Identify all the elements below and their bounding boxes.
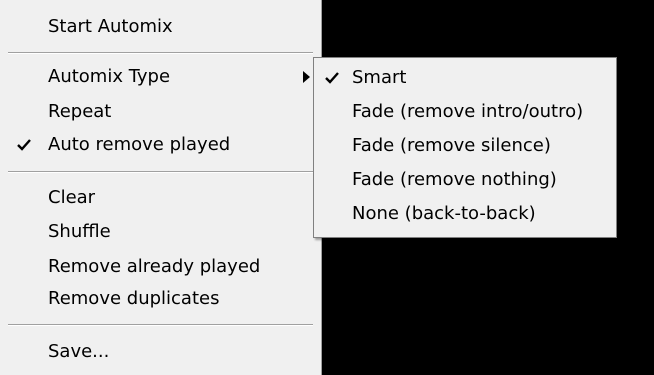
menu-item-label: Smart (352, 67, 407, 88)
menu-item-label: Start Automix (48, 16, 173, 37)
menu-separator (8, 52, 313, 54)
menu-item-shuffle[interactable]: Shuffle (0, 214, 321, 250)
submenu-arrow-icon (301, 70, 311, 84)
menu-item-repeat[interactable]: Repeat (0, 94, 321, 130)
context-menu: Start Automix Automix Type Repeat Auto r… (0, 0, 322, 375)
menu-item-save[interactable]: Save... (0, 334, 321, 370)
menu-item-start-automix[interactable]: Start Automix (0, 9, 321, 45)
automix-type-submenu: Smart Fade (remove intro/outro) Fade (re… (313, 57, 617, 238)
submenu-item-none-back-to-back[interactable]: None (back-to-back) (314, 196, 616, 232)
menu-item-remove-duplicates[interactable]: Remove duplicates (0, 281, 321, 317)
menu-item-label: Shuffle (48, 221, 111, 242)
menu-item-label: Clear (48, 187, 96, 208)
checkmark-icon (16, 137, 32, 153)
menu-separator (8, 171, 313, 173)
menu-item-label: Fade (remove nothing) (352, 169, 557, 190)
menu-item-label: Automix Type (48, 66, 171, 87)
menu-item-label: Repeat (48, 101, 112, 122)
menu-item-label: Save... (48, 341, 110, 362)
menu-item-label: Remove already played (48, 256, 261, 277)
submenu-item-smart[interactable]: Smart (314, 60, 616, 96)
menu-separator (8, 324, 313, 326)
menu-item-automix-type[interactable]: Automix Type (0, 59, 321, 95)
checkmark-icon (324, 70, 340, 86)
menu-item-label: Remove duplicates (48, 288, 220, 309)
menu-item-label: Fade (remove intro/outro) (352, 101, 584, 122)
menu-item-remove-already-played[interactable]: Remove already played (0, 249, 321, 285)
menu-item-label: None (back-to-back) (352, 203, 536, 224)
submenu-item-fade-silence[interactable]: Fade (remove silence) (314, 128, 616, 164)
menu-item-label: Auto remove played (48, 134, 231, 155)
menu-item-auto-remove-played[interactable]: Auto remove played (0, 127, 321, 163)
menu-item-label: Fade (remove silence) (352, 135, 551, 156)
menu-item-clear[interactable]: Clear (0, 180, 321, 216)
submenu-item-fade-intro-outro[interactable]: Fade (remove intro/outro) (314, 94, 616, 130)
submenu-item-fade-nothing[interactable]: Fade (remove nothing) (314, 162, 616, 198)
